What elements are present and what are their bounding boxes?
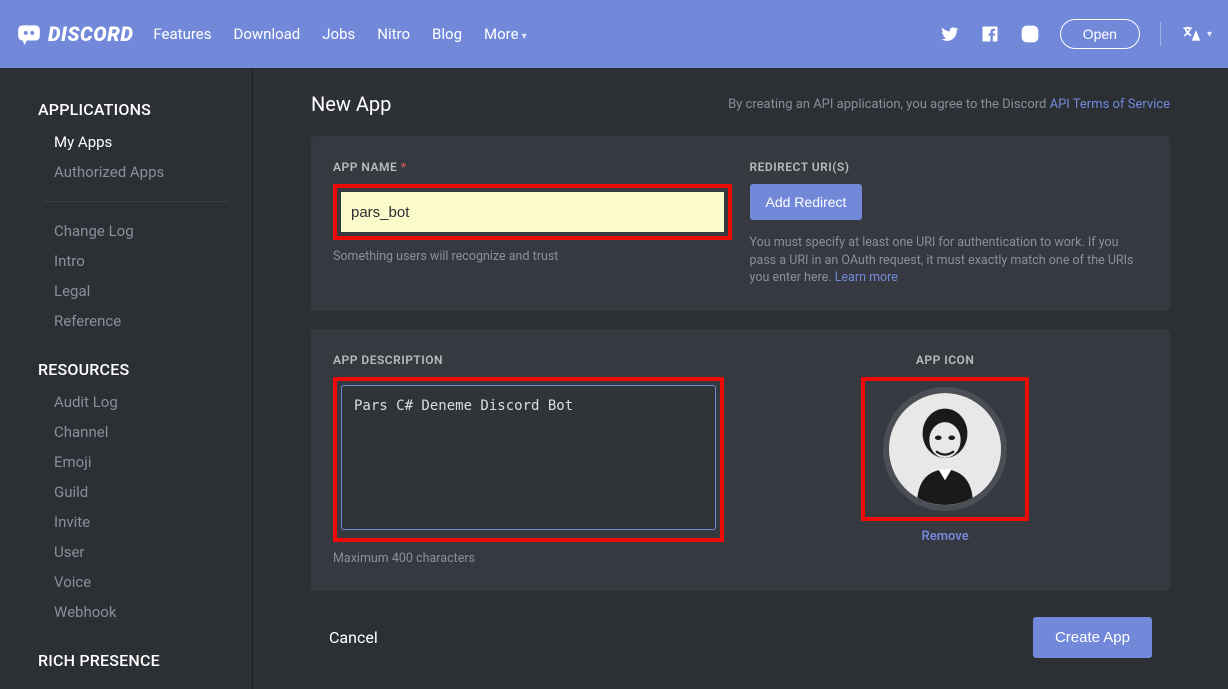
- sidebar-item-my-apps[interactable]: My Apps: [0, 127, 252, 157]
- app-name-label: APP NAME *: [333, 160, 732, 174]
- nav-more-label: More: [484, 25, 519, 43]
- discord-logo-icon: [16, 21, 42, 47]
- required-asterisk: *: [401, 160, 407, 174]
- terms-link[interactable]: API Terms of Service: [1050, 97, 1170, 112]
- create-app-button[interactable]: Create App: [1033, 617, 1152, 658]
- cancel-button[interactable]: Cancel: [329, 628, 378, 647]
- sidebar-item-reference[interactable]: Reference: [0, 306, 252, 336]
- chevron-down-icon: ▾: [1207, 29, 1212, 40]
- main-content: New App By creating an API application, …: [253, 68, 1228, 689]
- description-col: APP DESCRIPTION Maximum 400 characters: [333, 353, 724, 568]
- sidebar-item-user[interactable]: User: [0, 537, 252, 567]
- language-picker[interactable]: ▾: [1181, 24, 1212, 44]
- chevron-down-icon: ▾: [522, 31, 527, 42]
- brand-text: DISCORD: [48, 22, 133, 46]
- nav-links: Features Download Jobs Nitro Blog More▾: [153, 25, 526, 43]
- redirect-help-text: You must specify at least one URI for au…: [750, 235, 1134, 285]
- sidebar-item-voice[interactable]: Voice: [0, 567, 252, 597]
- brand[interactable]: DISCORD: [16, 21, 133, 47]
- terms-text: By creating an API application, you agre…: [728, 97, 1170, 112]
- app-name-highlight: [333, 184, 732, 240]
- nav-nitro[interactable]: Nitro: [377, 25, 410, 43]
- redirect-learn-more-link[interactable]: Learn more: [835, 270, 898, 285]
- redirect-help: You must specify at least one URI for au…: [750, 234, 1149, 287]
- remove-icon-link[interactable]: Remove: [921, 529, 968, 544]
- open-button[interactable]: Open: [1060, 19, 1140, 49]
- sidebar-item-audit-log[interactable]: Audit Log: [0, 387, 252, 417]
- page-title: New App: [311, 92, 391, 116]
- app-name-help: Something users will recognize and trust: [333, 248, 732, 266]
- app-icon-avatar[interactable]: [883, 387, 1007, 511]
- language-icon: [1181, 24, 1201, 44]
- terms-pre: By creating an API application, you agre…: [728, 97, 1050, 112]
- description-label: APP DESCRIPTION: [333, 353, 724, 367]
- redirect-col: REDIRECT URI(S) Add Redirect You must sp…: [750, 160, 1149, 287]
- sidebar-item-webhook[interactable]: Webhook: [0, 597, 252, 627]
- nav-divider: [1160, 22, 1161, 46]
- sidebar-section-rich-presence: RICH PRESENCE: [0, 647, 252, 678]
- avatar-image: [889, 393, 1001, 505]
- sidebar: APPLICATIONS My Apps Authorized Apps Cha…: [0, 68, 253, 689]
- sidebar-item-change-log[interactable]: Change Log: [0, 216, 252, 246]
- nav-more[interactable]: More▾: [484, 25, 527, 43]
- twitter-icon[interactable]: [940, 24, 960, 44]
- nav-blog[interactable]: Blog: [432, 25, 462, 43]
- add-redirect-button[interactable]: Add Redirect: [750, 184, 863, 220]
- panel-basic: APP NAME * Something users will recogniz…: [311, 136, 1170, 311]
- sidebar-section-resources: RESOURCES: [0, 356, 252, 387]
- icon-label: APP ICON: [916, 353, 974, 367]
- nav-features[interactable]: Features: [153, 25, 211, 43]
- sidebar-item-intro[interactable]: Intro: [0, 246, 252, 276]
- nav-jobs[interactable]: Jobs: [322, 25, 355, 43]
- instagram-icon[interactable]: [1020, 24, 1040, 44]
- redirect-label: REDIRECT URI(S): [750, 160, 1149, 174]
- nav-right: Open ▾: [940, 19, 1212, 49]
- content-header: New App By creating an API application, …: [311, 92, 1170, 116]
- nav-download[interactable]: Download: [233, 25, 300, 43]
- description-highlight: [333, 377, 724, 542]
- top-navbar: DISCORD Features Download Jobs Nitro Blo…: [0, 0, 1228, 68]
- sidebar-section-applications: APPLICATIONS: [0, 96, 252, 127]
- app-name-col: APP NAME * Something users will recogniz…: [333, 160, 732, 287]
- app-name-input[interactable]: [341, 192, 724, 232]
- sidebar-item-legal[interactable]: Legal: [0, 276, 252, 306]
- icon-highlight: [861, 377, 1029, 521]
- sidebar-separator: [44, 201, 228, 202]
- sidebar-item-channel[interactable]: Channel: [0, 417, 252, 447]
- icon-col: APP ICON: [742, 353, 1148, 568]
- sidebar-item-emoji[interactable]: Emoji: [0, 447, 252, 477]
- panel-details: APP DESCRIPTION Maximum 400 characters A…: [311, 329, 1170, 592]
- facebook-icon[interactable]: [980, 24, 1000, 44]
- actions-row: Cancel Create App: [311, 609, 1170, 662]
- description-help: Maximum 400 characters: [333, 550, 724, 568]
- sidebar-item-invite[interactable]: Invite: [0, 507, 252, 537]
- sidebar-item-authorized-apps[interactable]: Authorized Apps: [0, 157, 252, 187]
- description-textarea[interactable]: [341, 385, 716, 530]
- sidebar-item-guild[interactable]: Guild: [0, 477, 252, 507]
